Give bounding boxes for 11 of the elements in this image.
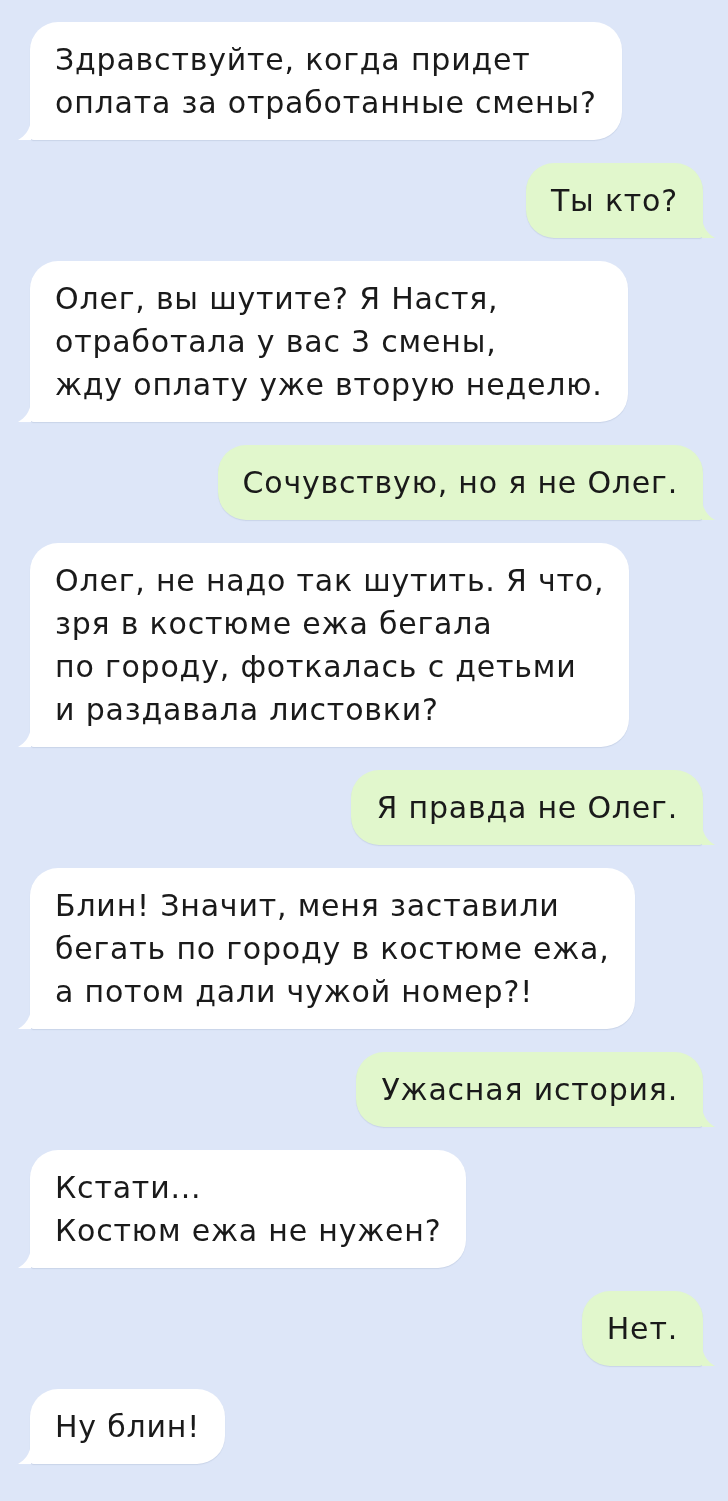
message-text: Ужасная история. (381, 1071, 678, 1109)
message-text: Сочувствую, но я не Олег. (242, 464, 678, 502)
message-text: Олег, не надо так шутить. Я что, зря в костюме ежа бегала по городу, фоткалась с детьми и раздавала листовки? (55, 562, 605, 729)
message-text: Я правда не Олег. (376, 789, 678, 827)
message-text: Ты кто? (550, 182, 678, 220)
message-text: Здравствуйте, когда придет оплата за отработанные смены? (55, 41, 597, 122)
message-text: Нет. (606, 1310, 678, 1348)
message-text: Ну блин! (55, 1408, 201, 1446)
message-text: Олег, вы шутите? Я Настя, отработала у вас 3 смены, жду оплату уже вторую неделю. (55, 280, 603, 404)
message-text: Кстати... Костюм ежа не нужен? (55, 1169, 442, 1250)
message-text: Блин! Значит, меня заставили бегать по городу в костюме ежа, а потом дали чужой номер?! (55, 887, 610, 1011)
